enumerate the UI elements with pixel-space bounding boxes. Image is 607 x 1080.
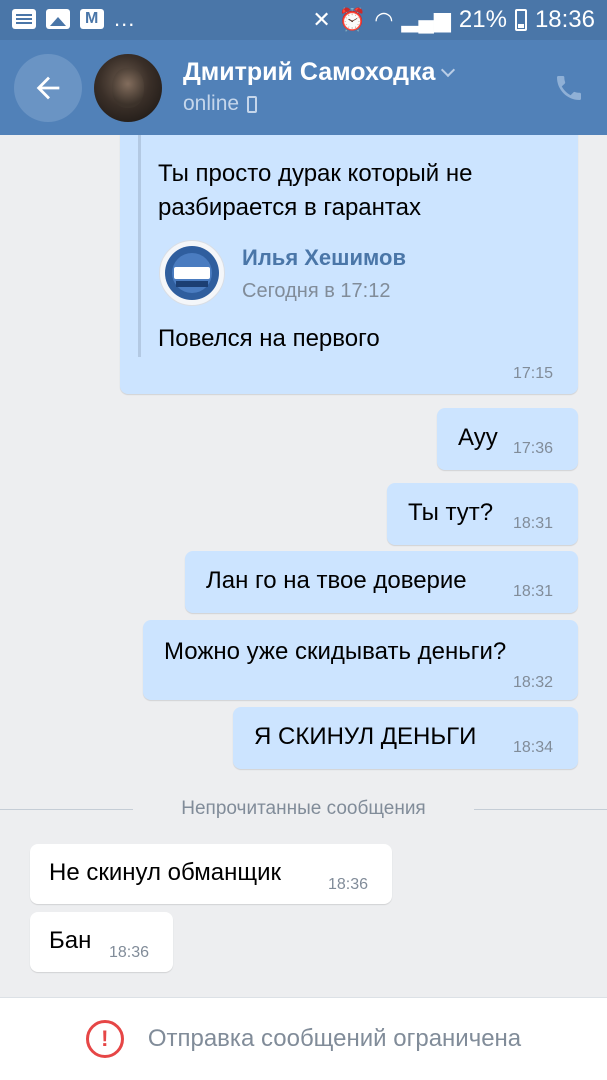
back-arrow-icon [36,76,60,100]
forwarded-author-avatar[interactable] [159,240,225,306]
message-time: 17:15 [513,365,554,382]
forwarded-date: Сегодня в 17:12 [242,280,391,302]
call-icon[interactable] [553,72,585,104]
warning-icon: ! [85,1020,124,1058]
message-text: Не скинул обманщик [49,859,281,886]
forwarded-author-name[interactable]: Илья Хешимов [242,245,406,271]
forwarded-text-3: Повелся на первого [158,325,380,352]
unread-divider: Непрочитанные сообщения [0,798,607,822]
message-time: 18:32 [513,674,554,691]
forwarded-text-2: разбирается в гарантах [158,194,421,221]
forwarded-text-1: Ты просто дурак который не [158,160,473,187]
mail-icon [80,9,104,29]
message-bubble[interactable]: Можно уже скидывать деньги? 18:32 [143,620,578,700]
contact-name-text: Дмитрий Самоходка [183,58,436,86]
avatar[interactable] [94,54,162,122]
message-text: Бан [49,927,92,954]
message-bubble[interactable]: Лан го на твое доверие 18:31 [185,551,578,613]
message-time: 17:36 [513,440,554,457]
image-icon [46,9,70,29]
phone-icon [247,95,258,113]
message-text: Ты тут? [408,499,494,526]
message-time: 18:36 [328,876,369,893]
alarm-icon: ⏰ [338,7,367,32]
guarantee-badge-icon [165,246,219,300]
message-list[interactable]: Ты просто дурак который не разбирается в… [0,135,607,997]
divider-line-right [474,809,607,810]
forward-quote-bar [138,135,141,357]
system-icons: ✕ ⏰ ◠ ▂▄▆ 21% 18:36 [312,6,595,34]
message-time: 18:31 [513,583,554,600]
more-notifications: ... [114,6,136,31]
notification-icons: ... [12,6,136,31]
message-text: Лан го на твое доверие [206,567,467,594]
restriction-bar: ! Отправка сообщений ограничена [0,997,607,1080]
message-text: Можно уже скидывать деньги? [164,638,507,665]
clock: 18:36 [534,6,595,33]
incoming-message-bubble[interactable]: Бан 18:36 [30,912,173,972]
wifi-icon: ◠ [374,7,394,32]
message-time: 18:34 [513,739,554,756]
message-icon [12,9,36,29]
message-time: 18:36 [109,944,150,961]
chat-header: Дмитрий Самоходка online [0,40,607,135]
unread-divider-label: Непрочитанные сообщения [181,798,426,819]
divider-line-left [0,809,133,810]
online-status: online [183,92,258,116]
message-text: Я СКИНУЛ ДЕНЬГИ [254,723,477,750]
status-text: online [183,92,240,115]
back-button[interactable] [14,54,82,122]
message-bubble[interactable]: Я СКИНУЛ ДЕНЬГИ 18:34 [233,707,578,769]
signal-icon: ▂▄▆ [401,7,451,32]
restriction-text: Отправка сообщений ограничена [147,1025,522,1052]
mute-icon: ✕ [312,7,331,32]
message-bubble[interactable]: Ты тут? 18:31 [387,483,578,545]
incoming-message-bubble[interactable]: Не скинул обманщик 18:36 [30,844,392,904]
message-bubble[interactable]: Ауу 17:36 [437,408,578,470]
message-text: Ауу [458,424,498,451]
status-bar: ... ✕ ⏰ ◠ ▂▄▆ 21% 18:36 [0,0,607,40]
battery-percent: 21% [458,6,507,33]
chevron-down-icon [441,62,456,77]
message-time: 18:31 [513,515,554,532]
battery-icon [514,9,527,31]
contact-name[interactable]: Дмитрий Самоходка [183,58,456,87]
